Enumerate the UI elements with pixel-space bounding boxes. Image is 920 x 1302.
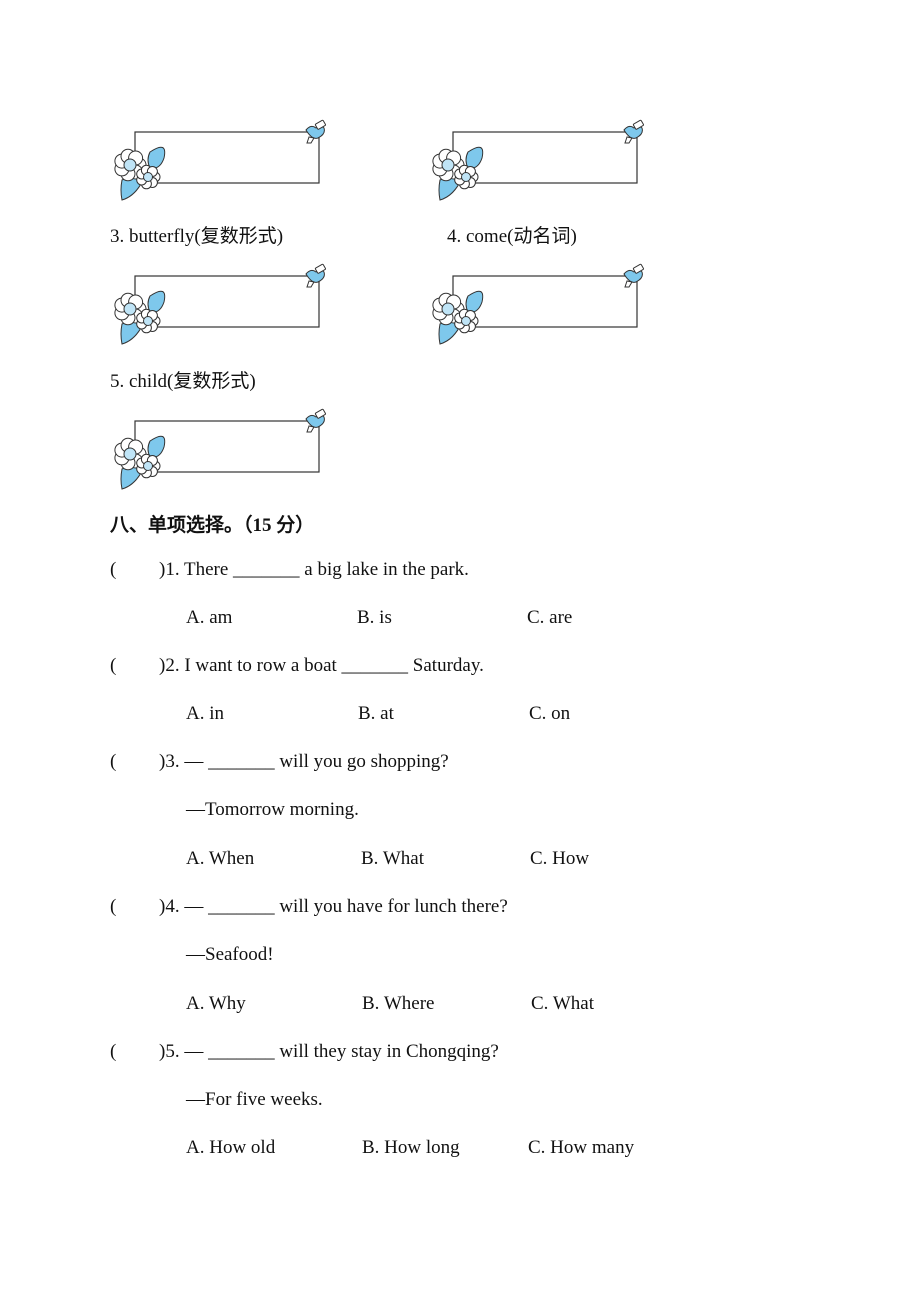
question-4-reply: —Seafood!	[186, 944, 274, 965]
question-1-stem: )1. There _______ a big lake in the park…	[159, 559, 469, 580]
question-5-option-b[interactable]: B. How long	[362, 1137, 460, 1159]
answer-box-1[interactable]	[110, 119, 340, 201]
bird-icon	[623, 263, 644, 288]
bird-icon	[305, 408, 326, 433]
question-5-option-a[interactable]: A. How old	[186, 1137, 275, 1159]
question-1-paren[interactable]: (	[110, 559, 116, 581]
flower-icon	[432, 146, 484, 201]
bird-icon	[305, 119, 326, 144]
question-5-paren[interactable]: (	[110, 1041, 116, 1063]
bird-icon	[305, 263, 326, 288]
question-1-option-b[interactable]: B. is	[357, 607, 392, 629]
flower-icon	[432, 290, 484, 345]
question-1-option-c[interactable]: C. are	[527, 607, 572, 629]
question-2-option-a[interactable]: A. in	[186, 703, 224, 725]
question-3-option-c[interactable]: C. How	[530, 848, 589, 870]
question-3-option-a[interactable]: A. When	[186, 848, 254, 870]
question-1-option-a[interactable]: A. am	[186, 607, 232, 629]
question-4-option-c[interactable]: C. What	[531, 993, 594, 1015]
bird-icon	[623, 119, 644, 144]
answer-box-2[interactable]	[428, 119, 658, 201]
question-2-option-c[interactable]: C. on	[529, 703, 570, 725]
question-5-reply: —For five weeks.	[186, 1089, 323, 1110]
question-5-stem: )5. — _______ will they stay in Chongqin…	[159, 1041, 499, 1062]
question-3-paren[interactable]: (	[110, 751, 116, 773]
question-4-stem: )4. — _______ will you have for lunch th…	[159, 896, 508, 917]
answer-box-5[interactable]	[110, 408, 340, 490]
question-3-reply: —Tomorrow morning.	[186, 799, 359, 820]
answer-box-4[interactable]	[428, 263, 658, 345]
flower-icon	[114, 435, 166, 490]
question-4-option-a[interactable]: A. Why	[186, 993, 246, 1015]
question-3-stem: )3. — _______ will you go shopping?	[159, 751, 449, 772]
question-3-option-b[interactable]: B. What	[361, 848, 424, 870]
question-4-paren[interactable]: (	[110, 896, 116, 918]
question-2-paren[interactable]: (	[110, 655, 116, 677]
question-4-option-b[interactable]: B. Where	[362, 993, 434, 1015]
flower-icon	[114, 146, 166, 201]
flower-icon	[114, 290, 166, 345]
section-title: 八、单项选择。（15 分）	[110, 515, 315, 536]
word-form-prompt-4: 4. come(动名词)	[447, 226, 577, 247]
word-form-prompt-3: 3. butterfly(复数形式)	[110, 226, 284, 247]
question-2-option-b[interactable]: B. at	[358, 703, 394, 725]
word-form-prompt-5: 5. child(复数形式)	[110, 371, 256, 392]
question-2-stem: )2. I want to row a boat _______ Saturda…	[159, 655, 484, 676]
answer-box-3[interactable]	[110, 263, 340, 345]
question-5-option-c[interactable]: C. How many	[528, 1137, 634, 1159]
